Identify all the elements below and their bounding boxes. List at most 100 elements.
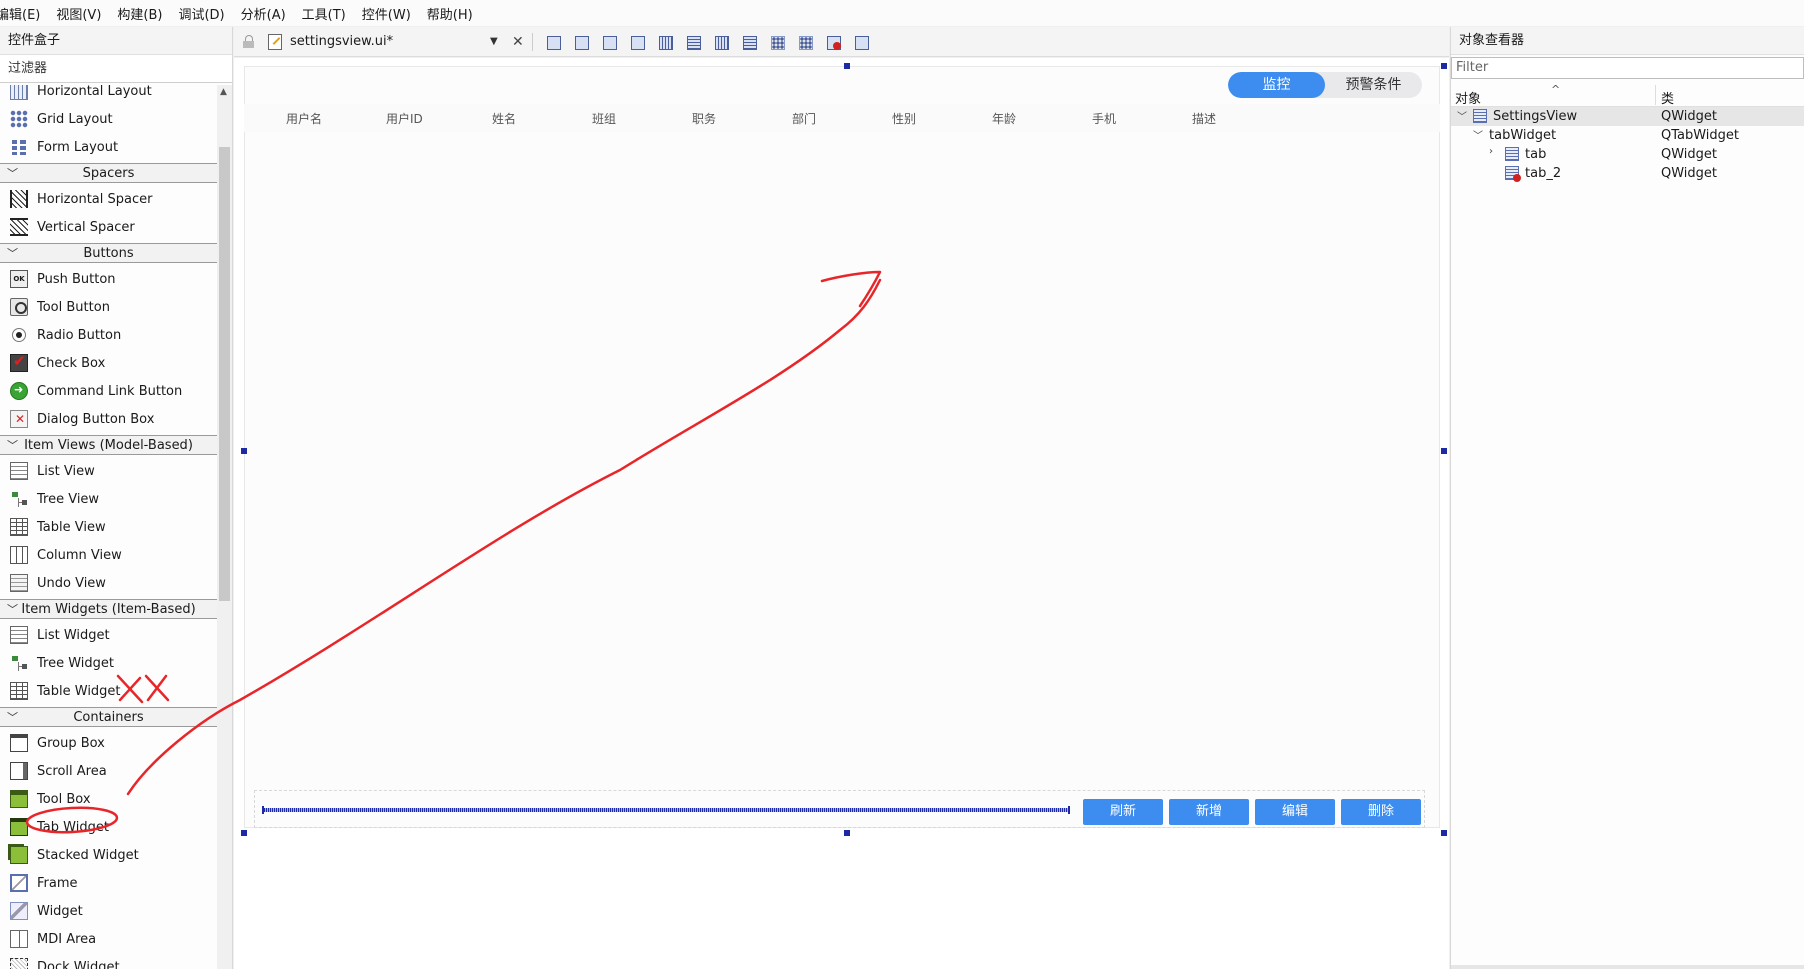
tab-monitor[interactable]: 监控 [1228, 72, 1325, 98]
widget-category-header[interactable]: ﹀ Spacers [0, 163, 217, 183]
chevron-down-icon[interactable]: ▼ [490, 36, 504, 47]
widget-item-form-layout[interactable]: Form Layout [0, 133, 217, 161]
widget-box-filter-input[interactable]: 过滤器 [0, 55, 232, 83]
edit-buddies-icon[interactable] [599, 32, 619, 52]
selection-handle[interactable] [1441, 448, 1447, 454]
open-file-name[interactable]: settingsview.ui* [290, 34, 490, 49]
selection-handle[interactable] [1441, 63, 1447, 69]
menu-edit[interactable]: 编辑(E) [0, 4, 48, 23]
widget-item-column-view[interactable]: Column View [0, 541, 217, 569]
widget-item-tree-widget[interactable]: Tree Widget [0, 649, 217, 677]
selection-handle[interactable] [844, 830, 850, 836]
edit-button[interactable]: 编辑 [1255, 799, 1335, 825]
edit-widgets-icon[interactable] [543, 32, 563, 52]
widget-item-table-widget[interactable]: Table Widget [0, 677, 217, 705]
object-filter-input[interactable]: Filter [1451, 57, 1804, 79]
widget-item-tree-view[interactable]: Tree View [0, 485, 217, 513]
column-header-class[interactable]: 类 [1661, 88, 1674, 107]
chevron-down-icon[interactable]: ﹀ [7, 165, 18, 181]
widget-item-dock-widget[interactable]: Dock Widget [0, 953, 217, 969]
widget-item-list-view[interactable]: List View [0, 457, 217, 485]
break-layout-icon[interactable] [823, 32, 843, 52]
column-header-object[interactable]: 对象 [1455, 88, 1481, 107]
widget-category-header[interactable]: ﹀ Item Widgets (Item-Based) [0, 599, 217, 619]
lock-icon[interactable] [242, 34, 256, 49]
object-tree-row[interactable]: tab_2 QWidget [1451, 164, 1804, 183]
close-icon[interactable]: ✕ [512, 34, 526, 50]
widget-category-header[interactable]: ﹀ Buttons [0, 243, 217, 263]
widget-item-dialog-button-box[interactable]: Dialog Button Box [0, 405, 217, 433]
widget-item-widget[interactable]: Widget [0, 897, 217, 925]
widget-item-tool-box[interactable]: Tool Box [0, 785, 217, 813]
layout-horizontal-splitter-icon[interactable] [711, 32, 731, 52]
chevron-right-icon[interactable]: › [1489, 146, 1493, 157]
menu-view[interactable]: 视图(V) [48, 4, 109, 23]
widget-item-radio-button[interactable]: Radio Button [0, 321, 217, 349]
chevron-down-icon[interactable]: ﹀ [7, 601, 18, 617]
inspector-scrollbar[interactable] [1451, 965, 1804, 969]
scrollbar-thumb[interactable] [219, 147, 230, 601]
settings-view-form[interactable] [244, 66, 1440, 828]
widget-item-list-widget[interactable]: List Widget [0, 621, 217, 649]
chevron-down-icon[interactable]: ﹀ [1457, 108, 1467, 123]
widget-item-check-box[interactable]: Check Box [0, 349, 217, 377]
adjust-size-icon[interactable] [851, 32, 871, 52]
widget-item-table-view[interactable]: Table View [0, 513, 217, 541]
column-header[interactable]: 姓名 [492, 110, 516, 127]
widget-item-scroll-area[interactable]: Scroll Area [0, 757, 217, 785]
widget-item-frame[interactable]: Frame [0, 869, 217, 897]
edit-signals-slots-icon[interactable] [571, 32, 591, 52]
column-header[interactable]: 部门 [792, 110, 816, 127]
horizontal-spacer[interactable] [262, 806, 1070, 814]
menu-help[interactable]: 帮助(H) [419, 4, 481, 23]
column-header[interactable]: 班组 [592, 110, 616, 127]
column-header[interactable]: 用户名 [286, 110, 322, 127]
chevron-down-icon[interactable]: ﹀ [1473, 127, 1483, 142]
widget-item-horizontal-spacer[interactable]: Horizontal Spacer [0, 185, 217, 213]
layout-vertical-splitter-icon[interactable] [739, 32, 759, 52]
chevron-down-icon[interactable]: ﹀ [7, 437, 18, 453]
column-divider[interactable] [1655, 85, 1656, 105]
scroll-up-icon[interactable]: ▲ [220, 87, 227, 97]
selection-handle[interactable] [241, 830, 247, 836]
edit-tab-order-icon[interactable] [627, 32, 647, 52]
column-header[interactable]: 年龄 [992, 110, 1016, 127]
widget-item-undo-view[interactable]: Undo View [0, 569, 217, 597]
chevron-down-icon[interactable]: ﹀ [7, 245, 18, 261]
layout-grid-icon[interactable] [795, 32, 815, 52]
column-header[interactable]: 描述 [1192, 110, 1216, 127]
object-tree-row[interactable]: › tab QWidget [1451, 145, 1804, 164]
menu-build[interactable]: 构建(B) [109, 4, 170, 23]
object-tree-row[interactable]: ﹀ tabWidget QTabWidget [1451, 126, 1804, 145]
widget-item-push-button[interactable]: OK Push Button [0, 265, 217, 293]
refresh-button[interactable]: 刷新 [1083, 799, 1163, 825]
selection-handle[interactable] [1441, 830, 1447, 836]
menu-widgets[interactable]: 控件(W) [354, 4, 419, 23]
widget-category-header[interactable]: ﹀ Item Views (Model-Based) [0, 435, 217, 455]
widget-item-mdi-area[interactable]: MDI Area [0, 925, 217, 953]
chevron-down-icon[interactable]: ﹀ [7, 709, 18, 725]
widget-item-stacked-widget[interactable]: Stacked Widget [0, 841, 217, 869]
widget-item-tab-widget[interactable]: Tab Widget [0, 813, 217, 841]
menu-tools[interactable]: 工具(T) [294, 4, 354, 23]
menu-debug[interactable]: 调试(D) [170, 4, 232, 23]
add-button[interactable]: 新增 [1169, 799, 1249, 825]
widget-category-header[interactable]: ﹀ Containers [0, 707, 217, 727]
layout-form-icon[interactable] [767, 32, 787, 52]
layout-vertically-icon[interactable] [683, 32, 703, 52]
column-header[interactable]: 手机 [1092, 110, 1116, 127]
widget-item-group-box[interactable]: Group Box [0, 729, 217, 757]
column-header[interactable]: 职务 [692, 110, 716, 127]
widget-box-scrollbar[interactable]: ▲ [217, 85, 232, 969]
selection-handle[interactable] [844, 63, 850, 69]
menu-analyze[interactable]: 分析(A) [233, 4, 294, 23]
widget-item-horizontal-layout[interactable]: Horizontal Layout [0, 85, 217, 105]
widget-item-tool-button[interactable]: Tool Button [0, 293, 217, 321]
object-tree-row[interactable]: ﹀ SettingsView QWidget [1451, 107, 1804, 126]
layout-horizontally-icon[interactable] [655, 32, 675, 52]
column-header[interactable]: 性别 [892, 110, 916, 127]
tab-alert-conditions[interactable]: 预警条件 [1325, 72, 1422, 98]
widget-item-grid-layout[interactable]: Grid Layout [0, 105, 217, 133]
column-header[interactable]: 用户ID [386, 110, 423, 127]
widget-item-vertical-spacer[interactable]: Vertical Spacer [0, 213, 217, 241]
